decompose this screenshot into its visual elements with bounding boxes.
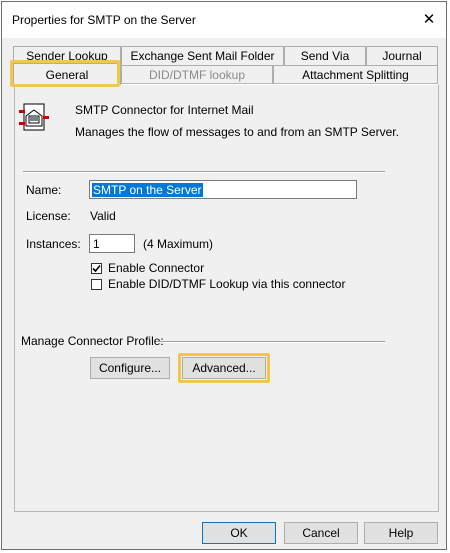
window-title: Properties for SMTP on the Server (12, 13, 196, 27)
cancel-button[interactable]: Cancel (284, 522, 358, 544)
general-panel (14, 84, 439, 512)
enable-connector-checkbox[interactable] (91, 263, 102, 274)
name-input-value: SMTP on the Server (92, 183, 203, 197)
enable-connector-label[interactable]: Enable Connector (108, 261, 204, 275)
tab-send-via[interactable]: Send Via (284, 46, 366, 65)
name-input[interactable]: SMTP on the Server (89, 180, 357, 199)
tab-journal[interactable]: Journal (366, 46, 438, 65)
advanced-button-highlight (178, 353, 270, 383)
tab-did-dtmf-lookup[interactable]: DID/DTMF lookup (121, 65, 273, 84)
tab-attachment-splitting[interactable]: Attachment Splitting (273, 65, 438, 84)
instances-input[interactable]: 1 (89, 234, 135, 253)
ok-button[interactable]: OK (202, 522, 276, 544)
enable-did-label[interactable]: Enable DID/DTMF Lookup via this connecto… (108, 277, 345, 291)
license-value: Valid (90, 209, 116, 223)
mail-connector-icon (19, 103, 49, 131)
connector-name: SMTP Connector for Internet Mail (75, 103, 254, 117)
properties-dialog: Properties for SMTP on the Server ✕ Send… (1, 1, 447, 550)
instances-input-value: 1 (93, 237, 100, 251)
profile-label: Manage Connector Profile: (21, 334, 164, 348)
connector-description: Manages the flow of messages to and from… (75, 125, 399, 139)
separator-top (23, 171, 385, 173)
license-label: License: (26, 209, 71, 223)
help-button[interactable]: Help (364, 522, 438, 544)
instances-hint: (4 Maximum) (143, 237, 214, 251)
check-mark-icon (92, 264, 101, 273)
name-label: Name: (26, 183, 62, 197)
configure-button[interactable]: Configure... (90, 357, 170, 379)
title-bar: Properties for SMTP on the Server ✕ (2, 2, 446, 38)
separator-profile (156, 341, 385, 343)
close-icon[interactable]: ✕ (416, 7, 442, 33)
tab-did-dtmf-lookup-label: DID/DTMF lookup (148, 68, 246, 82)
instances-label: Instances: (26, 237, 81, 251)
tab-exchange-sent-mail-folder[interactable]: Exchange Sent Mail Folder (121, 46, 284, 65)
enable-did-checkbox[interactable] (91, 279, 102, 290)
general-tab-highlight (10, 60, 120, 87)
